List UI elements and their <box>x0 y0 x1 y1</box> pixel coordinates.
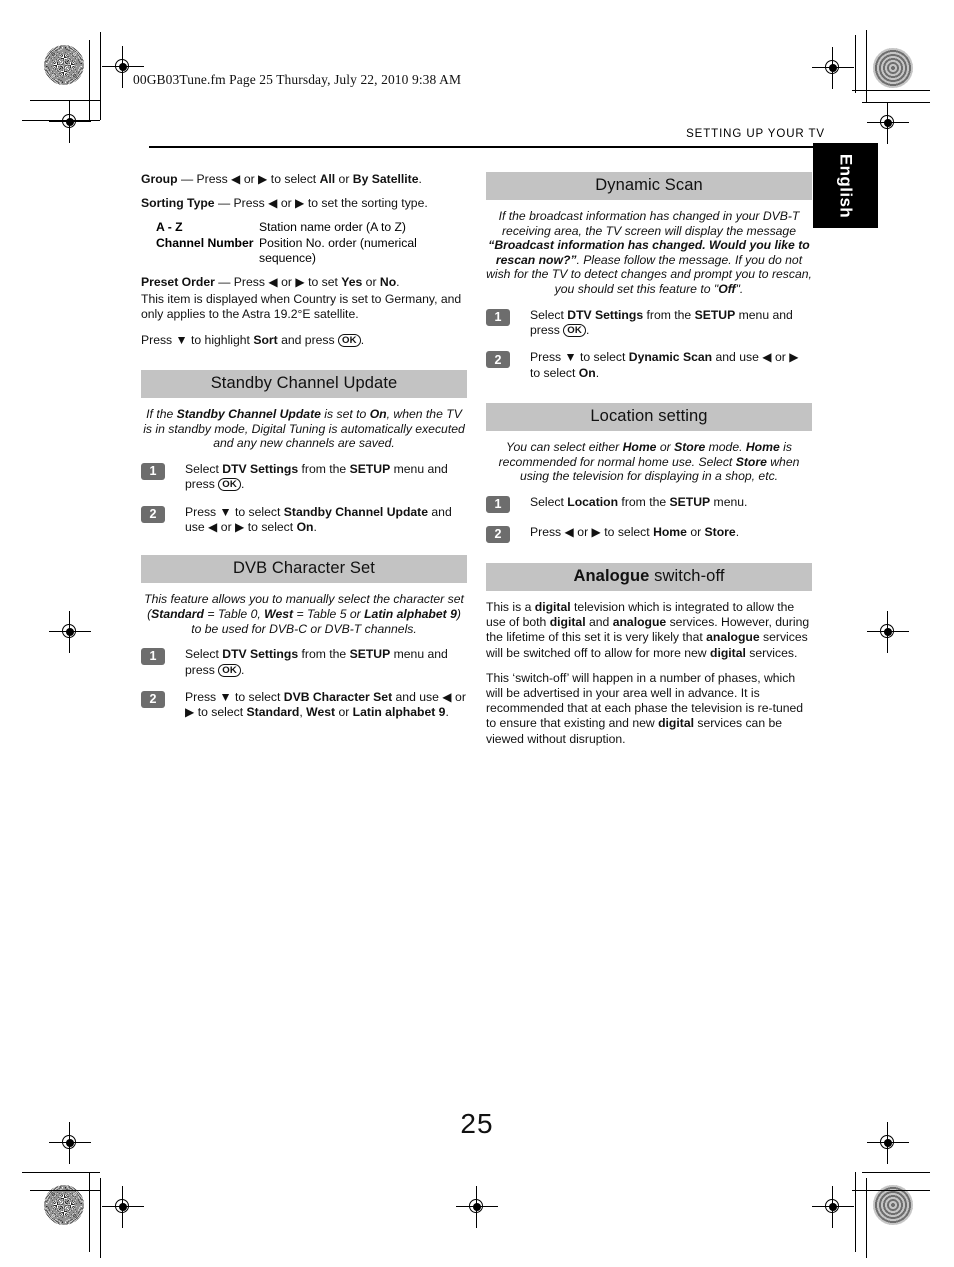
step-text: Press ▼ to select DVB Character Set and … <box>185 690 466 720</box>
sort-highlight-line: Press ▼ to highlight Sort and press OK. <box>141 333 365 347</box>
registration-mark-left-middle <box>49 611 91 653</box>
step-number-badge: 1 <box>486 495 510 513</box>
left-column: Group — Press ◀ or ▶ to select All or By… <box>141 172 467 733</box>
section-title: Dynamic Scan <box>486 172 812 200</box>
step-text: Select Location from the SETUP menu. <box>530 494 748 509</box>
section-intro: If the Standby Channel Update is set to … <box>143 407 465 451</box>
list-item: A - Z Station name order (A to Z) <box>141 220 467 235</box>
sorting-type-text: — Press ◀ or ▶ to set the sorting type. <box>214 196 428 210</box>
step-number-badge: 1 <box>141 648 165 666</box>
page-number: 25 <box>460 1108 494 1139</box>
section-title-text: switch-off <box>654 566 725 585</box>
list-item: 1 Select DTV Settings from the SETUP men… <box>141 462 467 493</box>
section-title: DVB Character Set <box>141 555 467 584</box>
section-title: Analogue switch-off <box>486 562 812 591</box>
registration-mark <box>812 1186 854 1228</box>
step-text: Press ▼ to select Standby Channel Update… <box>185 504 452 534</box>
file-info-line: 00GB03Tune.fm Page 25 Thursday, July 22,… <box>133 72 462 87</box>
section-title: Standby Channel Update <box>141 370 467 398</box>
step-number-badge: 2 <box>486 525 510 543</box>
registration-mark <box>49 101 91 143</box>
ok-button-icon: OK <box>218 478 241 492</box>
group-opt2: By Satellite <box>352 172 419 186</box>
document-page: 00GB03Tune.fm Page 25 Thursday, July 22,… <box>0 0 954 1267</box>
section-dynamic-scan: Dynamic Scan If the broadcast informatio… <box>486 172 812 381</box>
registration-mark <box>812 47 854 89</box>
preset-order-term: Preset Order <box>141 275 215 289</box>
group-term: Group <box>141 172 178 186</box>
density-patch-top-right <box>873 48 913 88</box>
list-item: Channel Number Position No. order (numer… <box>141 236 467 266</box>
step-number-badge: 2 <box>141 691 165 708</box>
step-number-badge: 1 <box>486 308 510 326</box>
section-intro: If the broadcast information has changed… <box>486 209 812 296</box>
section-dvb-character-set: DVB Character Set This feature allows yo… <box>141 555 467 720</box>
registration-mark <box>867 102 909 144</box>
group-opt1: All <box>319 172 336 186</box>
ok-button-icon: OK <box>563 323 586 337</box>
list-item: 2 Press ▼ to select Dynamic Scan and use… <box>486 350 812 381</box>
section-standby-channel-update: Standby Channel Update If the Standby Ch… <box>141 370 467 535</box>
running-head: SETTING UP YOUR TV <box>686 128 825 140</box>
step-number-badge: 2 <box>141 505 165 523</box>
language-tab-label: English <box>836 153 856 218</box>
section-intro: This feature allows you to manually sele… <box>144 592 464 636</box>
section-intro: You can select either Home or Store mode… <box>498 440 800 484</box>
section-title: Location setting <box>486 403 812 432</box>
list-item: 2 Press ◀ or ▶ to select Home or Store. <box>486 525 812 543</box>
step-text: Press ▼ to select Dynamic Scan and use ◀… <box>530 350 799 380</box>
sort-option-desc: Station name order (A to Z) <box>259 220 406 234</box>
step-text: Select DTV Settings from the SETUP menu … <box>530 307 793 337</box>
sorting-options-list: A - Z Station name order (A to Z) Channe… <box>141 220 467 266</box>
sorting-type-line: Sorting Type — Press ◀ or ▶ to set the s… <box>141 196 467 211</box>
step-number-badge: 2 <box>486 351 510 369</box>
sort-option-desc: Position No. order (numerical sequence) <box>259 236 417 265</box>
density-patch-top-left <box>44 45 84 85</box>
header-rule <box>149 146 813 148</box>
group-text: — Press ◀ or ▶ to select <box>177 172 320 186</box>
section-title-bold-prefix: Analogue <box>573 566 650 585</box>
section-location-setting: Location setting You can select either H… <box>486 403 812 543</box>
sort-option-term: A - Z <box>156 220 183 234</box>
preset-order-line: Preset Order — Press ◀ or ▶ to set Yes o… <box>141 275 400 289</box>
list-item: 1 Select Location from the SETUP menu. <box>486 495 812 513</box>
density-patch-bottom-right <box>873 1185 913 1225</box>
registration-mark-right-middle <box>867 611 909 653</box>
step-number-badge: 1 <box>141 462 165 480</box>
section-analogue-switch-off: Analogue switch-off This is a digital te… <box>486 562 812 747</box>
list-item: 1 Select DTV Settings from the SETUP men… <box>141 647 467 678</box>
list-item: 2 Press ▼ to select Standby Channel Upda… <box>141 505 467 536</box>
sorting-type-term: Sorting Type <box>141 196 215 210</box>
paragraph: This is a digital television which is in… <box>486 599 810 660</box>
language-tab: English <box>813 143 878 228</box>
list-item: 1 Select DTV Settings from the SETUP men… <box>486 308 812 339</box>
paragraph: This ‘switch-off’ will happen in a numbe… <box>486 670 804 746</box>
registration-mark <box>102 1186 144 1228</box>
preset-order-note: This item is displayed when Country is s… <box>141 292 462 321</box>
right-column: Dynamic Scan If the broadcast informatio… <box>486 172 812 757</box>
list-item: 2 Press ▼ to select DVB Character Set an… <box>141 690 467 721</box>
density-patch-bottom-left <box>44 1185 84 1225</box>
sort-option-term: Channel Number <box>156 236 254 250</box>
step-text: Select DTV Settings from the SETUP menu … <box>185 461 448 492</box>
registration-mark-bottom-middle <box>456 1186 498 1228</box>
step-text: Press ◀ or ▶ to select Home or Store. <box>530 524 740 539</box>
step-text: Select DTV Settings from the SETUP menu … <box>185 647 448 677</box>
ok-button-icon: OK <box>338 334 361 347</box>
group-option-line: Group — Press ◀ or ▶ to select All or By… <box>141 172 422 186</box>
ok-button-icon: OK <box>218 663 241 677</box>
